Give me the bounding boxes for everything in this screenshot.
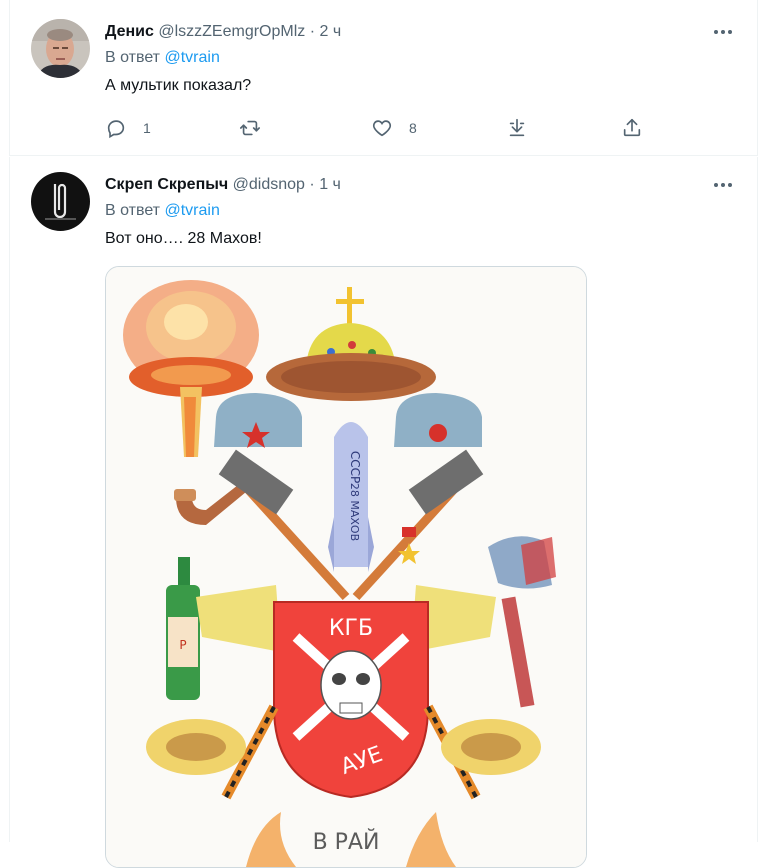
tweet-header: Скреп Скрепыч @didsnop · 1 ч (105, 175, 341, 195)
shield-drawing: КГБ АУЕ (273, 601, 429, 799)
separator-dot: · (309, 23, 316, 40)
reply-icon (107, 120, 125, 139)
timestamp[interactable]: 2 ч (320, 23, 342, 40)
download-icon (509, 118, 525, 137)
reply-context: В ответ @tvrain (105, 201, 220, 221)
share-icon (623, 118, 641, 137)
reply-count: 1 (143, 120, 151, 136)
bottom-text: В РАЙ (313, 829, 380, 855)
reply-to-link[interactable]: @tvrain (164, 49, 219, 66)
svg-text:СССР: СССР (348, 451, 362, 483)
download-button[interactable] (506, 116, 528, 140)
like-icon (372, 120, 392, 137)
tweet-text: Вот оно…. 28 Махов! (105, 230, 262, 247)
tweet-image[interactable]: СССР 28 МАХОВ Р КГБ АУЕ В РАЙ (105, 266, 587, 868)
reply-button[interactable]: 1 (105, 116, 151, 140)
svg-text:Р: Р (179, 638, 186, 652)
more-icon[interactable] (711, 175, 735, 195)
timestamp[interactable]: 1 ч (319, 176, 341, 193)
svg-text:28 МАХОВ: 28 МАХОВ (348, 483, 361, 541)
author-handle[interactable]: @didsnop (233, 176, 305, 193)
separator-dot: · (309, 176, 315, 193)
tweet-header: Денис @lszzZEemgrOpMlz · 2 ч (105, 22, 341, 42)
tweet-text: А мультик показал? (105, 77, 252, 94)
action-bar: 1 8 (105, 116, 645, 140)
avatar[interactable] (31, 172, 90, 231)
more-icon[interactable] (711, 22, 735, 42)
avatar[interactable] (31, 19, 90, 78)
author-name[interactable]: Денис (105, 23, 154, 40)
retweet-icon (240, 120, 260, 136)
share-button[interactable] (621, 116, 643, 140)
tweet-1[interactable]: Денис @lszzZEemgrOpMlz · 2 ч В ответ @tv… (9, 0, 758, 156)
tweet-2[interactable]: Скреп Скрепыч @didsnop · 1 ч В ответ @tv… (9, 157, 758, 868)
reply-to-link[interactable]: @tvrain (164, 202, 219, 219)
rocket-drawing: СССР 28 МАХОВ (328, 422, 374, 572)
author-handle[interactable]: @lszzZEemgrOpMlz (158, 23, 305, 40)
like-button[interactable]: 8 (371, 116, 417, 140)
reply-context: В ответ @tvrain (105, 48, 220, 68)
reply-prefix: В ответ (105, 202, 161, 219)
retweet-button[interactable] (239, 116, 261, 140)
shield-text: КГБ (329, 616, 373, 641)
like-count: 8 (409, 120, 417, 136)
drawing-illustration: СССР 28 МАХОВ Р КГБ АУЕ В РАЙ (106, 267, 586, 867)
author-name[interactable]: Скреп Скрепыч (105, 176, 228, 193)
reply-prefix: В ответ (105, 49, 161, 66)
